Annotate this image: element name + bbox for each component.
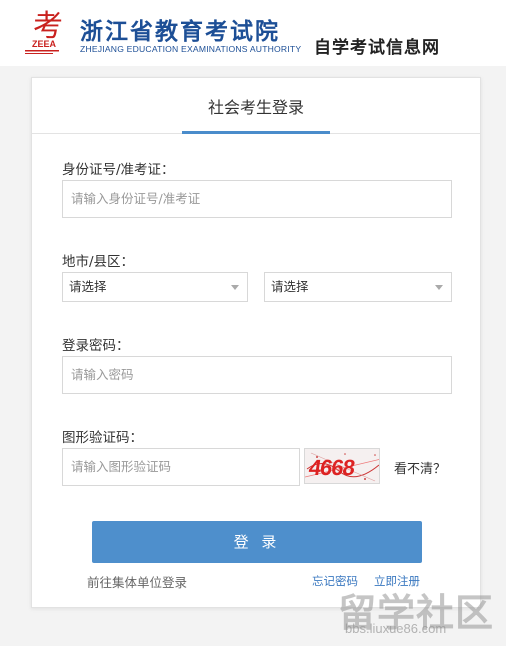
captcha-input[interactable]: 请输入图形验证码: [62, 448, 300, 486]
site-name: 自学考试信息网: [314, 38, 440, 58]
password-input[interactable]: 请输入密码: [62, 356, 452, 394]
group-login-link[interactable]: 前往集体单位登录: [87, 572, 187, 591]
chevron-down-icon: [231, 285, 239, 290]
login-card: 社会考生登录 身份证号/准考证： 请输入身份证号/准考证 地市/县区： 请选择 …: [31, 77, 481, 608]
zeea-logo: 考 ZEEA: [22, 6, 74, 58]
city-select-value: 请选择: [69, 279, 107, 294]
county-select[interactable]: 请选择: [264, 272, 452, 302]
county-select-value: 请选择: [271, 279, 309, 294]
org-english-name: ZHEJIANG EDUCATION EXAMINATIONS AUTHORIT…: [80, 44, 302, 54]
site-header: 考 ZEEA 浙江省教育考试院 ZHEJIANG EDUCATION EXAMI…: [0, 0, 506, 66]
login-tab-bar: 社会考生登录: [32, 78, 480, 134]
id-label: 身份证号/准考证：: [62, 162, 175, 178]
refresh-captcha-link[interactable]: 看不清？: [394, 458, 446, 477]
captcha-code: 4668: [307, 455, 356, 480]
password-label: 登录密码：: [62, 338, 130, 354]
svg-text:ZEEA: ZEEA: [32, 39, 57, 49]
region-label: 地市/县区：: [62, 254, 135, 270]
org-name: 浙江省教育考试院: [80, 18, 280, 45]
tab-social-candidate-login[interactable]: 社会考生登录: [182, 94, 330, 118]
tab-active-indicator: [182, 131, 330, 134]
captcha-label: 图形验证码：: [62, 430, 143, 446]
id-input[interactable]: 请输入身份证号/准考证: [62, 180, 452, 218]
captcha-image[interactable]: 4668: [304, 448, 380, 484]
chevron-down-icon: [435, 285, 443, 290]
login-button[interactable]: 登 录: [92, 521, 422, 563]
city-select[interactable]: 请选择: [62, 272, 248, 302]
watermark-url: bbs.liuxue86.com: [345, 621, 447, 636]
